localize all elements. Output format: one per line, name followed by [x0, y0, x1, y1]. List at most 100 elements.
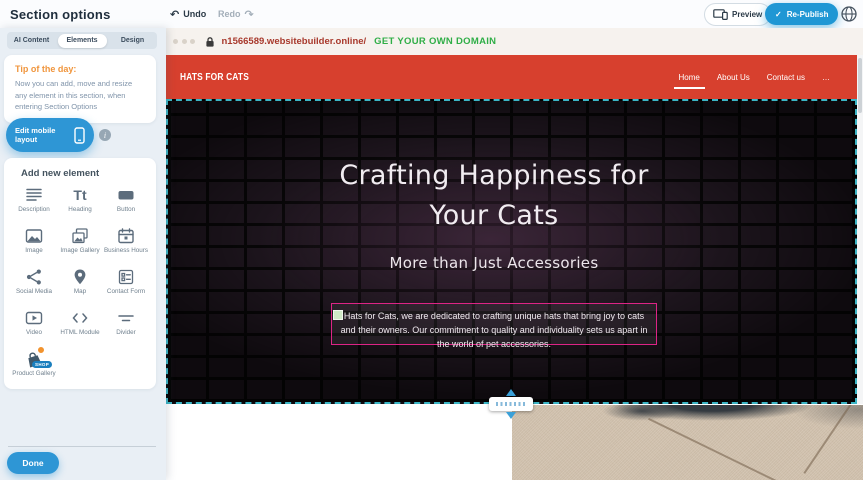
section-resize-handle[interactable] — [489, 397, 533, 411]
element-label: Button — [117, 206, 135, 214]
tab-ai-content[interactable]: AI Content — [7, 32, 56, 49]
site-nav: Home About Us Contact us … — [679, 55, 831, 99]
window-dot-icon — [173, 39, 178, 44]
tip-title: Tip of the day: — [15, 64, 145, 74]
element-drag-handle[interactable] — [333, 310, 343, 320]
resize-down-arrow-icon — [506, 412, 516, 419]
info-icon[interactable]: i — [99, 129, 111, 141]
element-grid: Description Tt Heading — [4, 183, 156, 387]
element-label: Video — [26, 329, 42, 337]
preview-scrollbar-thumb[interactable] — [858, 58, 862, 113]
undo-button[interactable]: ↶ Undo — [170, 0, 206, 28]
window-dot-icon — [182, 39, 187, 44]
image-icon — [24, 226, 44, 246]
element-label: Image — [25, 247, 43, 255]
lock-icon — [205, 36, 215, 48]
add-element-business-hours[interactable]: Business Hours — [103, 226, 149, 262]
language-globe-icon[interactable] — [840, 5, 858, 23]
add-element-title: Add new element — [21, 168, 156, 179]
site-logo[interactable]: HATS FOR CATS — [180, 55, 249, 99]
get-own-domain-link[interactable]: GET YOUR OWN DOMAIN — [374, 36, 496, 47]
heading-tt-icon: Tt — [70, 185, 90, 205]
nav-home[interactable]: Home — [679, 73, 700, 82]
sidebar-tab-bar: AI Content Elements Design — [7, 32, 157, 49]
page-title: Section options — [10, 0, 111, 28]
redo-icon: ↷ — [245, 9, 254, 20]
map-pin-icon — [70, 267, 90, 287]
carpet-seam — [648, 418, 801, 480]
form-icon — [116, 267, 136, 287]
element-label: Business Hours — [104, 247, 148, 255]
element-label: Description — [18, 206, 50, 214]
element-label: Social Media — [16, 288, 52, 296]
element-label: Product Gallery — [12, 370, 55, 378]
hero-paragraph-text: Hats for Cats, we are dedicated to craft… — [341, 311, 648, 349]
shopping-bag-icon: SHOP — [24, 349, 44, 369]
mobile-phone-icon — [74, 127, 85, 144]
hero-subheading[interactable]: More than Just Accessories — [168, 254, 820, 272]
top-bar: Section options ↶ Undo Redo ↷ Preview ✓ … — [0, 0, 863, 28]
shop-badge: SHOP — [32, 361, 52, 368]
carpet-seam — [803, 405, 860, 474]
element-label: Map — [74, 288, 86, 296]
add-element-social-media[interactable]: Social Media — [11, 267, 57, 303]
tab-elements[interactable]: Elements — [58, 34, 107, 48]
sidebar-divider — [8, 446, 156, 447]
hero-heading[interactable]: Crafting Happiness for Your Cats — [324, 156, 664, 236]
site-url: n1566589.websitebuilder.online/ — [222, 36, 367, 47]
element-label: Heading — [68, 206, 91, 214]
nav-more-menu[interactable]: … — [822, 73, 830, 82]
add-element-description[interactable]: Description — [11, 185, 57, 221]
nav-about-us[interactable]: About Us — [717, 73, 750, 82]
element-label: Divider — [116, 329, 136, 337]
add-element-divider[interactable]: Divider — [103, 308, 149, 344]
text-lines-icon — [24, 185, 44, 205]
add-element-button[interactable]: Button — [103, 185, 149, 221]
edit-mobile-layout-button[interactable]: Edit mobile layout — [6, 118, 94, 152]
hero-paragraph-selected[interactable]: Hats for Cats, we are dedicated to craft… — [331, 303, 657, 345]
undo-icon: ↶ — [170, 9, 179, 20]
nav-contact-us[interactable]: Contact us — [767, 73, 805, 82]
element-label: Image Gallery — [60, 247, 99, 255]
button-icon — [116, 185, 136, 205]
republish-label: Re-Publish — [787, 10, 829, 19]
edit-mobile-layout-label: Edit mobile layout — [15, 126, 67, 145]
add-element-html-module[interactable]: HTML Module — [57, 308, 103, 344]
check-icon: ✓ — [775, 10, 782, 19]
redo-button[interactable]: Redo ↷ — [218, 0, 254, 28]
grip-dots-icon — [496, 402, 526, 406]
resize-up-arrow-icon — [506, 389, 516, 396]
share-icon — [24, 267, 44, 287]
code-brackets-icon — [70, 308, 90, 328]
site-header: HATS FOR CATS Home About Us Contact us … — [166, 55, 857, 99]
notification-badge — [37, 346, 45, 354]
image-gallery-icon — [70, 226, 90, 246]
add-element-video[interactable]: Video — [11, 308, 57, 344]
add-element-map[interactable]: Map — [57, 267, 103, 303]
preview-label: Preview — [732, 10, 762, 19]
svg-text:Tt: Tt — [73, 187, 87, 203]
element-label: HTML Module — [60, 329, 99, 337]
calendar-icon — [116, 226, 136, 246]
divider-icon — [116, 308, 136, 328]
nav-home-label: Home — [679, 73, 700, 82]
done-button[interactable]: Done — [7, 452, 59, 474]
element-label: Contact Form — [107, 288, 145, 296]
add-element-heading[interactable]: Tt Heading — [57, 185, 103, 221]
redo-label: Redo — [218, 9, 241, 19]
undo-label: Undo — [183, 9, 206, 19]
active-nav-underline — [674, 87, 705, 89]
add-element-image[interactable]: Image — [11, 226, 57, 262]
devices-icon — [713, 9, 728, 20]
video-icon — [24, 308, 44, 328]
window-dot-icon — [190, 39, 195, 44]
add-element-image-gallery[interactable]: Image Gallery — [57, 226, 103, 262]
hero-section-selected[interactable]: Crafting Happiness for Your Cats More th… — [166, 99, 857, 404]
tab-design[interactable]: Design — [108, 32, 157, 49]
add-element-contact-form[interactable]: Contact Form — [103, 267, 149, 303]
sidebar: AI Content Elements Design Tip of the da… — [0, 28, 166, 480]
tip-body: Now you can add, move and resize any ele… — [15, 78, 145, 113]
preview-button[interactable]: Preview — [704, 3, 771, 26]
republish-button[interactable]: ✓ Re-Publish — [765, 3, 838, 25]
add-element-product-gallery[interactable]: SHOP Product Gallery — [11, 349, 57, 385]
